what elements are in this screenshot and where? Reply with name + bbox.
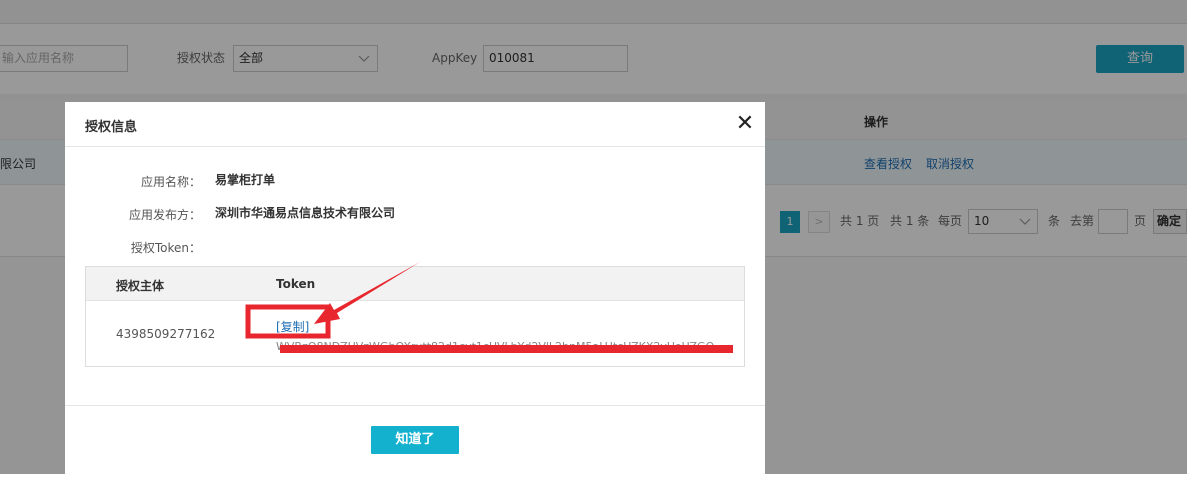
annotation-arrow <box>314 262 420 324</box>
annotation-layer <box>245 262 733 353</box>
redaction-bar <box>280 345 733 353</box>
